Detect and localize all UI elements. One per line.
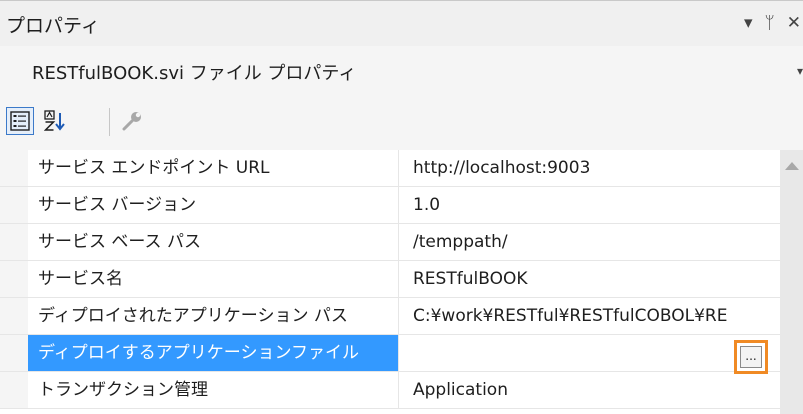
property-value[interactable] [399,335,780,371]
property-grid: サービス エンドポイント URL http://localhost:9003 サービ… [0,150,780,414]
browse-ellipsis-button[interactable]: ... [734,340,768,374]
row-gutter [0,335,28,371]
ellipsis-label: ... [740,346,762,368]
window-controls: ▾ ᛘ ✕ [744,9,803,37]
property-value[interactable]: C:¥work¥RESTful¥RESTfulCOBOL¥RE [399,298,780,334]
property-row[interactable]: サービス エンドポイント URL http://localhost:9003 [0,150,780,187]
window-title: プロパティ [6,15,100,37]
window-options-dropdown-icon[interactable]: ▾ [744,9,753,37]
property-name[interactable]: ディプロイするアプリケーションファイル [28,335,398,371]
property-name[interactable]: サービス バージョン [28,187,398,223]
wrench-icon [122,112,141,131]
close-icon[interactable]: ✕ [787,9,801,37]
row-gutter [0,261,28,297]
property-name[interactable]: サービス名 [28,261,398,297]
property-value[interactable]: RESTfulBOOK [399,261,780,297]
property-name[interactable]: ディプロイされたアプリケーション パス [28,298,398,334]
property-row[interactable]: トランザクション管理 Application [0,372,780,409]
toolbar-divider [109,108,110,136]
property-row[interactable]: サービス ベース パス/temppath/ [0,224,780,261]
properties-window-titlebar: プロパティ ▾ ᛘ ✕ [0,0,803,46]
scroll-up-arrow-icon[interactable] [785,162,799,170]
vertical-scrollbar[interactable] [780,150,803,414]
property-value[interactable]: http://localhost:9003 [399,150,780,186]
row-gutter [0,150,28,186]
property-row[interactable]: ディプロイするアプリケーションファイル... [0,335,780,374]
categorized-icon [10,111,30,131]
property-name[interactable]: トランザクション管理 [28,372,398,408]
object-selector[interactable]: RESTfulBOOK.svi ファイル プロパティ ▾ [0,46,803,100]
property-row[interactable]: ディプロイされたアプリケーション パス C:¥work¥RESTful¥RESTf… [0,298,780,335]
categorized-button[interactable] [6,107,34,135]
row-gutter [0,372,28,408]
object-selector-label: RESTfulBOOK.svi ファイル プロパティ [32,63,357,84]
properties-toolbar [0,100,803,150]
property-name[interactable]: サービス エンドポイント URL [28,150,398,186]
alphabetical-sort-icon [44,110,65,131]
pin-icon[interactable]: ᛘ [765,9,775,37]
property-value[interactable]: /temppath/ [399,224,780,260]
row-gutter [0,298,28,334]
row-gutter [0,224,28,260]
alphabetical-button[interactable] [42,107,70,135]
property-row[interactable]: サービス バージョン 1.0 [0,187,780,224]
row-gutter [0,187,28,223]
property-value[interactable]: Application [399,372,780,408]
property-name[interactable]: サービス ベース パス [28,224,398,260]
object-selector-chevron-down-icon[interactable]: ▾ [797,64,803,78]
property-pages-button[interactable] [118,107,146,135]
property-row[interactable]: サービス名 RESTfulBOOK [0,261,780,298]
property-value[interactable]: 1.0 [399,187,780,223]
